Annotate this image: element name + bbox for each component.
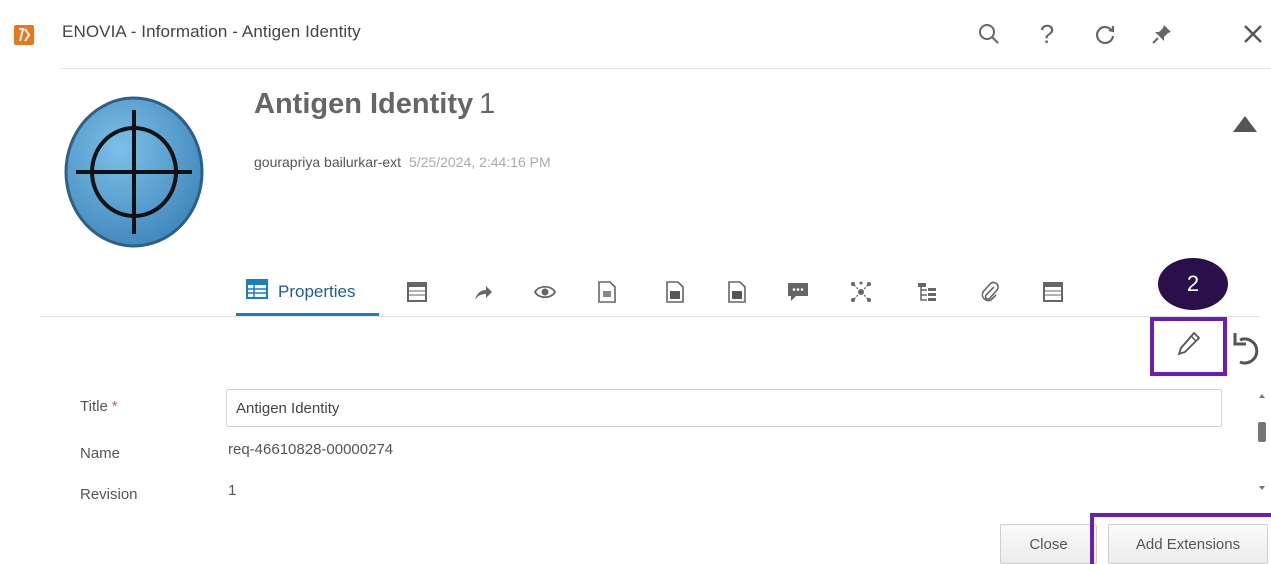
revision-value: 1 — [228, 482, 237, 499]
scroll-down-icon[interactable] — [1259, 486, 1265, 490]
scrollbar[interactable] — [1256, 388, 1270, 500]
window-titlebar: ENOVIA - Information - Antigen Identity … — [0, 0, 1271, 66]
scroll-thumb[interactable] — [1258, 422, 1266, 442]
revision-label: Revision — [80, 486, 138, 503]
pencil-icon — [1177, 331, 1201, 362]
3ds-logo-icon — [14, 25, 34, 45]
step-callout-badge: 2 — [1158, 258, 1228, 310]
edit-button[interactable] — [1150, 317, 1227, 376]
name-value: req-46610828-00000274 — [228, 441, 394, 458]
tab-properties[interactable]: Properties — [236, 270, 379, 316]
document-filled-icon[interactable] — [662, 270, 688, 314]
object-revision: 1 — [479, 88, 496, 120]
close-button[interactable]: Close — [1000, 524, 1097, 564]
share-arrow-icon[interactable] — [470, 270, 496, 314]
title-input[interactable] — [226, 389, 1222, 427]
collapse-header-button[interactable] — [1230, 110, 1260, 136]
help-glyph: ? — [1039, 18, 1055, 49]
tab-divider — [40, 316, 1260, 317]
title-label: Title * — [80, 398, 118, 415]
comment-icon[interactable] — [785, 270, 811, 314]
search-icon[interactable] — [972, 17, 1006, 51]
table-icon[interactable] — [404, 270, 430, 314]
window-title: ENOVIA - Information - Antigen Identity — [62, 22, 361, 41]
object-name: Antigen Identity — [254, 88, 474, 120]
highlight-frame — [1090, 513, 1271, 564]
modified-timestamp: 5/25/2024, 2:44:16 PM — [408, 154, 551, 170]
owner-link[interactable]: gourapriya bailurkar-ext — [254, 154, 401, 170]
close-icon[interactable] — [1236, 17, 1270, 51]
document-icon[interactable] — [594, 270, 620, 314]
scroll-up-icon[interactable] — [1259, 394, 1265, 398]
title-label-text: Title — [80, 398, 108, 415]
crosshair-icon — [62, 96, 206, 248]
owner-line: gourapriya bailurkar-ext 5/25/2024, 2:44… — [254, 154, 551, 170]
pin-icon[interactable] — [1145, 17, 1179, 51]
paperclip-icon[interactable] — [977, 270, 1003, 314]
page-title: Antigen Identity 1 — [254, 88, 495, 121]
eye-icon[interactable] — [532, 270, 558, 314]
help-icon[interactable]: ? — [1030, 17, 1064, 51]
titlebar-divider — [60, 68, 1271, 69]
structure-icon[interactable] — [914, 270, 940, 314]
undo-icon[interactable] — [1232, 330, 1264, 370]
table-icon[interactable] — [1040, 270, 1066, 314]
document-filled-icon[interactable] — [724, 270, 750, 314]
required-marker: * — [111, 398, 118, 415]
table-icon — [246, 279, 268, 304]
network-icon[interactable] — [848, 270, 874, 314]
name-label: Name — [80, 445, 121, 462]
refresh-icon[interactable] — [1088, 17, 1122, 51]
tab-properties-label: Properties — [278, 281, 356, 301]
